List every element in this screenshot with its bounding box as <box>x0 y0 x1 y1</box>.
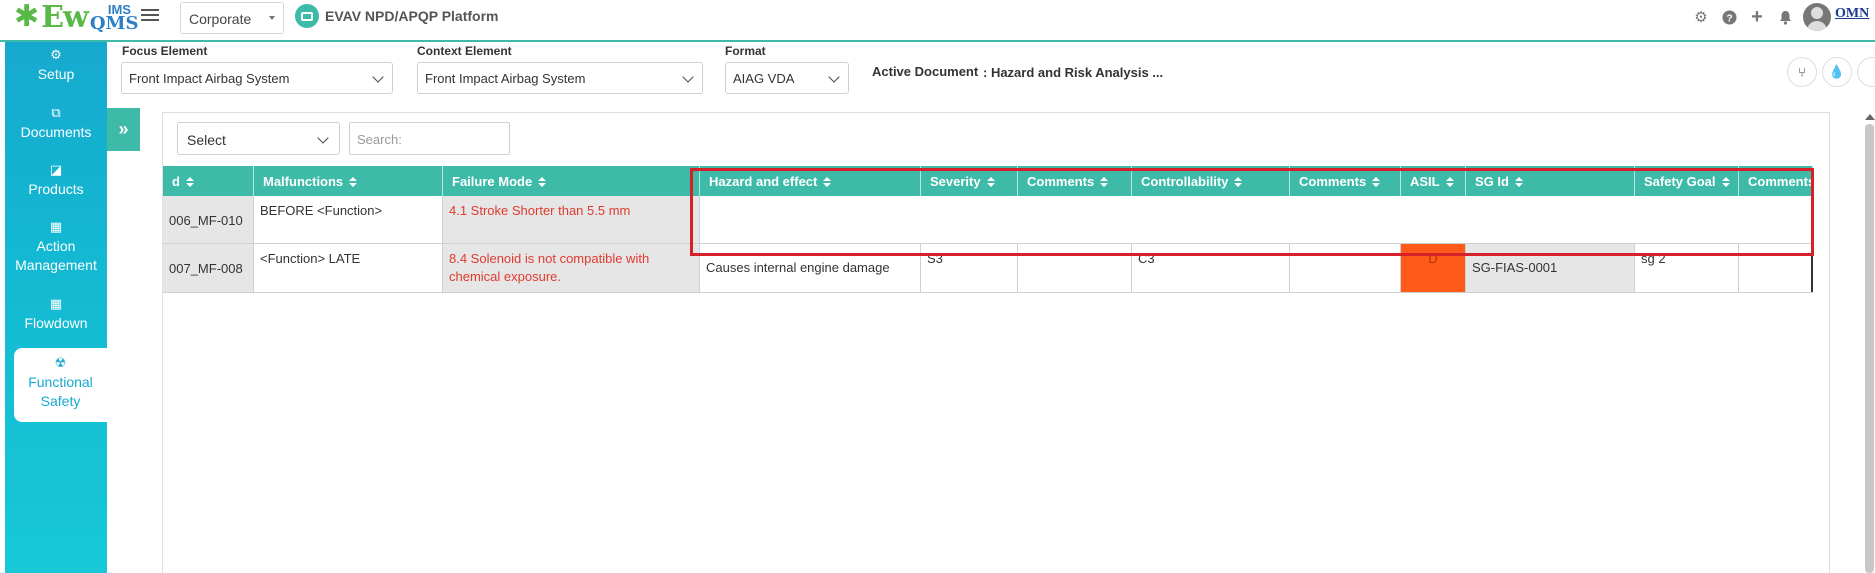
brand-logo: OMN <box>1835 6 1870 21</box>
platform-switcher[interactable]: EVAV NPD/APQP Platform <box>295 4 498 28</box>
platform-name: EVAV NPD/APQP Platform <box>325 8 499 24</box>
focus-element-select[interactable]: Front Impact Airbag System <box>121 62 393 94</box>
chevron-down-icon <box>682 71 694 83</box>
sidebar-item-functional-safety[interactable]: ☢ Functional Safety <box>14 348 107 422</box>
cogs-icon: ⚙ <box>50 47 62 62</box>
sidebar-item-documents[interactable]: ⧉ Documents <box>5 106 107 142</box>
safety-icon: ☢ <box>54 355 67 370</box>
sidebar-item-label: Flowdown <box>24 315 88 331</box>
app-logo[interactable]: ✱ Ew IMS QMS <box>14 0 139 35</box>
cell-malfunction: <Function> LATE <box>254 244 443 292</box>
expand-panel-button[interactable]: » <box>107 108 140 151</box>
chevron-down-icon <box>828 71 840 83</box>
building-icon: ▦ <box>49 296 63 311</box>
column-header-malfunctions[interactable]: Malfunctions <box>254 166 443 196</box>
help-icon[interactable]: ? <box>1721 9 1737 25</box>
drop-icon: 💧 <box>1828 64 1846 79</box>
format-select[interactable]: AIAG VDA <box>725 62 849 94</box>
cell-id: 007_MF-008 <box>163 244 254 292</box>
branch-button[interactable]: ⑂ <box>1787 57 1817 87</box>
column-header-failure-mode[interactable]: Failure Mode <box>443 166 700 196</box>
focus-element-value: Front Impact Airbag System <box>129 71 290 86</box>
column-header-id[interactable]: d <box>163 166 254 196</box>
sidebar-item-setup[interactable]: ⚙ Setup <box>5 48 107 84</box>
monitor-icon <box>295 4 319 28</box>
active-document-label: Active Document <box>872 64 979 79</box>
user-avatar[interactable] <box>1803 3 1831 31</box>
sort-icon <box>185 177 194 188</box>
gear-icon[interactable]: ⚙ <box>1693 9 1709 26</box>
context-element-select[interactable]: Front Impact Airbag System <box>417 62 703 94</box>
filter-bar: Focus Element Front Impact Airbag System… <box>107 42 1875 100</box>
bell-icon[interactable] <box>1777 9 1793 25</box>
cell-id: 006_MF-010 <box>163 196 254 243</box>
context-element-value: Front Impact Airbag System <box>425 71 586 86</box>
column-select-value: Select <box>187 132 226 148</box>
sidebar-item-products[interactable]: ◪ Products <box>5 163 107 199</box>
format-value: AIAG VDA <box>733 71 795 86</box>
copy-icon: ⧉ <box>51 105 61 120</box>
sort-icon <box>538 177 547 188</box>
search-placeholder: Search: <box>357 132 402 147</box>
organization-select-value: Corporate <box>189 11 252 27</box>
active-document-value: : Hazard and Risk Analysis ... <box>983 65 1164 80</box>
cell-failure-mode: 4.1 Stroke Shorter than 5.5 mm <box>443 196 700 243</box>
extra-button[interactable] <box>1857 57 1875 87</box>
focus-element-label: Focus Element <box>122 44 208 58</box>
drop-button[interactable]: 💧 <box>1822 57 1852 87</box>
logo-text: Ew <box>41 0 89 35</box>
double-chevron-right-icon: » <box>118 119 129 139</box>
plus-icon[interactable]: + <box>1749 6 1765 28</box>
chevron-down-icon <box>372 71 384 83</box>
sidebar: ⚙ Setup ⧉ Documents ◪ Products ▦ Action … <box>5 42 107 573</box>
logo-qms: QMS <box>89 13 139 34</box>
svg-text:?: ? <box>1726 13 1732 24</box>
cell-failure-mode: 8.4 Solenoid is not compatible with chem… <box>443 244 700 292</box>
sidebar-item-flowdown[interactable]: ▦ Flowdown <box>5 297 107 333</box>
sidebar-item-label: Documents <box>20 124 92 140</box>
annotation-highlight-box <box>690 168 1814 256</box>
sidebar-item-label: Setup <box>37 66 75 82</box>
search-input[interactable]: Search: <box>349 122 510 155</box>
column-select[interactable]: Select <box>177 122 340 155</box>
organization-select[interactable]: Corporate <box>180 2 284 34</box>
chevron-down-icon <box>317 132 329 144</box>
menu-icon[interactable] <box>141 6 159 22</box>
format-label: Format <box>725 44 766 58</box>
caret-down-icon <box>269 16 275 20</box>
sort-icon <box>349 177 358 188</box>
sidebar-item-action-management[interactable]: ▦ Action Management <box>5 220 107 275</box>
tag-icon: ◪ <box>49 162 63 177</box>
cell-malfunction: BEFORE <Function> <box>254 196 443 243</box>
scrollbar-thumb[interactable] <box>1865 124 1874 573</box>
building-icon: ▦ <box>49 219 63 234</box>
top-icons: ⚙ ? + OMN <box>1687 3 1875 31</box>
sidebar-item-label: Products <box>28 181 84 197</box>
logo-flower-icon: ✱ <box>14 0 40 33</box>
sidebar-item-label: Action Management <box>15 238 97 273</box>
branch-icon: ⑂ <box>1798 64 1806 80</box>
top-bar: ✱ Ew IMS QMS Corporate EVAV NPD/APQP Pla… <box>0 0 1875 42</box>
sidebar-item-label: Functional Safety <box>28 374 93 409</box>
scroll-up-icon[interactable] <box>1865 114 1875 120</box>
context-element-label: Context Element <box>417 44 512 58</box>
